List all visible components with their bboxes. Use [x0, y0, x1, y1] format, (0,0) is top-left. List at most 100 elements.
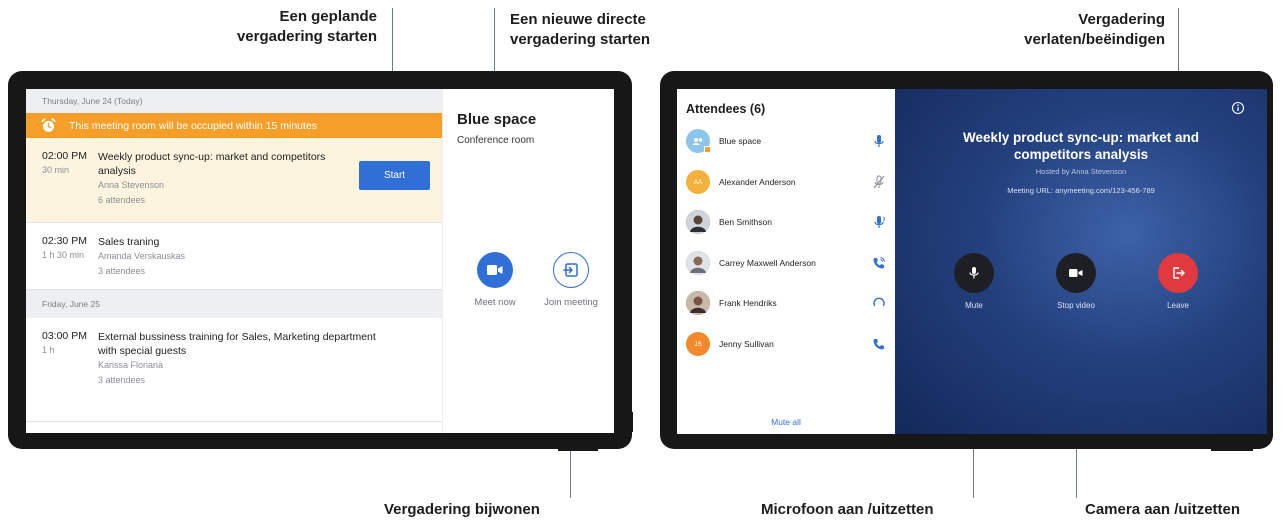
callout-line: vergadering starten [510, 31, 651, 48]
join-arrow-icon [563, 263, 578, 277]
tablet-side-button [1211, 446, 1253, 451]
attendee-name: Ben Smithson [719, 217, 772, 227]
meeting-info: Weekly product sync-up: market and compe… [98, 150, 332, 208]
meeting-attendees: 3 attendees [98, 375, 146, 385]
date-header-today: Thursday, June 24 (Today) [26, 89, 442, 113]
attendee-name: Carrey Maxwell Anderson [719, 258, 816, 268]
meeting-item[interactable]: 02:30 PM 1 h 30 min Sales traning Amanda… [26, 223, 442, 290]
meeting-title: with special guests [98, 345, 187, 357]
room-name: Blue space [457, 111, 537, 128]
meet-now-button[interactable] [477, 252, 513, 288]
avatar [686, 291, 710, 315]
callout-new-direct-meeting: Een nieuwe directe vergadering starten [510, 10, 690, 50]
meeting-attendees: 6 attendees [98, 195, 146, 205]
meeting-duration: 30 min [42, 165, 70, 175]
phone-icon[interactable] [872, 337, 886, 351]
meeting-host: Amanda Verskauskas [98, 251, 186, 261]
attendees-panel: Attendees (6) Blue space AA Alexander An… [677, 89, 895, 434]
meeting-host: Anna Stevenson [98, 180, 165, 190]
meeting-title-line: Weekly product sync-up: market and [962, 130, 1200, 145]
info-icon[interactable] [1231, 101, 1245, 115]
meeting-title: External bussiness training for Sales, M… [98, 331, 376, 343]
meeting-time: 02:30 PM [42, 235, 87, 247]
meeting-duration: 1 h 30 min [42, 250, 85, 260]
mic-off-icon[interactable] [872, 175, 886, 189]
callout-line: verlaten/beëindigen [1024, 31, 1165, 48]
person-photo-icon [686, 210, 710, 234]
callout-line: Een geplande [279, 8, 377, 25]
alarm-clock-icon [41, 118, 56, 132]
meeting-time: 03:00 PM [42, 330, 87, 342]
video-camera-icon [487, 265, 503, 275]
room-panel: Blue space Conference room Meet now Join… [442, 89, 614, 433]
mic-speaking-icon[interactable] [872, 215, 886, 229]
meeting-time: 02:00 PM [42, 150, 87, 162]
callout-line: Een nieuwe directe [510, 11, 646, 28]
leave-icon [1173, 267, 1185, 279]
group-icon [692, 138, 703, 145]
avatar: AA [686, 170, 710, 194]
date-header-next: Friday, June 25 [26, 290, 442, 318]
callout-camera: Camera aan /uitzetten [1085, 501, 1241, 518]
occupancy-warning: This meeting room will be occupied withi… [26, 113, 442, 138]
left-screen: Thursday, June 24 (Today) This meeting r… [26, 89, 614, 433]
meeting-attendees: 3 attendees [98, 266, 146, 276]
stop-video-button[interactable] [1056, 253, 1096, 293]
phone-ringing-icon[interactable] [872, 256, 886, 270]
attendee-row[interactable]: Frank Hendriks [686, 290, 886, 316]
tablet-side-button [626, 412, 633, 432]
callout-leave-meeting: Vergadering verlaten/beëindigen [990, 10, 1165, 50]
callout-line: vergadering starten [236, 28, 377, 45]
avatar [686, 129, 711, 153]
callout-microphone: Microfoon aan /uitzetten [761, 501, 934, 518]
attendee-row[interactable]: Carrey Maxwell Anderson [686, 250, 886, 276]
meeting-duration: 1 h [42, 345, 55, 355]
start-meeting-button[interactable]: Start [359, 161, 430, 190]
person-photo-icon [686, 291, 710, 315]
meeting-info: External bussiness training for Sales, M… [98, 330, 402, 388]
attendee-name: Jenny Sullivan [719, 339, 774, 349]
mute-label: Mute [965, 301, 983, 310]
meeting-item[interactable]: 03:00 PM 1 h External bussiness training… [26, 318, 442, 422]
meeting-title: Sales traning [98, 236, 160, 248]
avatar-initials: AA [693, 178, 703, 186]
stop-video-label: Stop video [1057, 301, 1095, 310]
call-area: Weekly product sync-up: market and compe… [895, 89, 1267, 434]
warning-text: This meeting room will be occupied withi… [69, 119, 318, 132]
attendee-row[interactable]: AA Alexander Anderson [686, 169, 886, 195]
person-photo-icon [686, 251, 710, 275]
video-camera-icon [1069, 269, 1083, 277]
tablet-side-button [558, 446, 598, 451]
meet-now-label: Meet now [474, 297, 516, 308]
right-screen: Attendees (6) Blue space AA Alexander An… [677, 89, 1267, 434]
loading-icon [873, 297, 885, 307]
meeting-host: Karissa Floriana [98, 360, 164, 370]
mic-icon[interactable] [872, 134, 886, 148]
leave-label: Leave [1167, 301, 1189, 310]
callout-join-meeting: Vergadering bijwonen [384, 501, 540, 518]
avatar-initials: JS [694, 340, 702, 348]
attendee-name: Alexander Anderson [719, 177, 796, 187]
avatar: JS [686, 332, 710, 356]
mute-all-button[interactable]: Mute all [677, 417, 895, 427]
meeting-title: Weekly product sync-up: market and compe… [98, 151, 326, 163]
attendees-title: Attendees (6) [686, 102, 766, 116]
meeting-item[interactable]: 02:00 PM 30 min Weekly product sync-up: … [26, 138, 442, 223]
attendee-row[interactable]: Ben Smithson [686, 209, 886, 235]
meeting-url: Meeting URL: anymeeting.com/123-456-789 [1007, 186, 1155, 195]
meeting-title-line: competitors analysis [1013, 147, 1149, 162]
mute-button[interactable] [954, 253, 994, 293]
avatar [686, 251, 710, 275]
room-type: Conference room [457, 135, 535, 146]
attendee-name: Blue space [719, 136, 762, 146]
join-meeting-button[interactable] [553, 252, 589, 288]
agenda-panel: Thursday, June 24 (Today) This meeting r… [26, 89, 442, 433]
attendee-row[interactable]: Blue space [686, 128, 886, 154]
attendee-row[interactable]: JS Jenny Sullivan [686, 331, 886, 357]
meeting-title: Weekly product sync-up: market and compe… [935, 129, 1227, 163]
meeting-info: Sales traning Amanda Verskauskas 3 atten… [98, 235, 402, 279]
leave-button[interactable] [1158, 253, 1198, 293]
microphone-icon [969, 267, 979, 279]
avatar [686, 210, 710, 234]
meeting-title: analysis [98, 165, 136, 177]
